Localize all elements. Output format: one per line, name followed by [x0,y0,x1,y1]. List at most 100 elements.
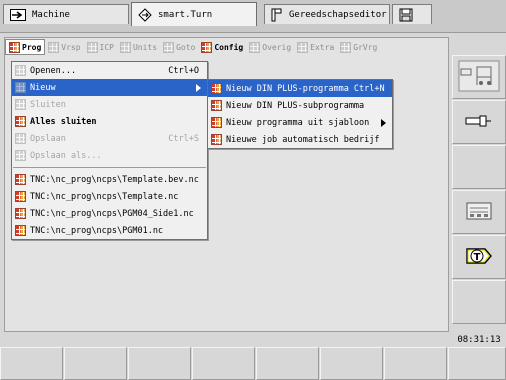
prog-icon [9,41,20,53]
softkey-h-5[interactable] [256,347,319,380]
grid-icon [15,65,26,76]
menu-label: Goto [176,42,196,52]
menu-config[interactable]: Config [198,39,246,55]
status-strip [4,333,449,346]
softkey-h-1[interactable] [0,347,63,380]
recent-file-label: TNC:\nc_prog\ncps\PGM01.nc [30,225,164,236]
menu-goto[interactable]: Goto [160,39,198,55]
tab-label: Machine [32,9,70,20]
menu-item-label: Nieuwe job automatisch bedrijf [226,134,380,145]
menu-item-new-from-template[interactable]: Nieuw programma uit sjabloon [208,114,392,131]
tab-save[interactable] [392,4,432,24]
softkey-h-8[interactable] [448,347,506,380]
menu-item-shortcut: Ctrl+O [168,65,199,76]
menu-extra[interactable]: Extra [294,39,337,55]
softkey-h-7[interactable] [384,347,447,380]
grid-icon [15,133,26,144]
menu-item-label: Opslaan [30,133,66,144]
menu-units[interactable]: Units [117,39,160,55]
softkey-h-3[interactable] [128,347,191,380]
menu-item-label: Nieuw programma uit sjabloon [226,117,370,128]
recent-file-item[interactable]: TNC:\nc_prog\ncps\PGM01.nc [12,222,207,239]
menu-label: GrVrg [353,42,378,52]
softkey-t-tool[interactable]: T [452,235,506,279]
nieuw-submenu: Nieuw DIN PLUS-programma Ctrl+N Nieuw DI… [207,79,393,149]
grid-icon [249,41,261,53]
menu-item-label: Sluiten [30,99,66,110]
new-subprogram-icon [211,100,222,111]
grid-icon [15,150,26,161]
recent-file-item[interactable]: TNC:\nc_prog\ncps\Template.bev.nc [12,171,207,188]
template-icon [211,117,222,128]
grid-icon [340,41,352,53]
tool-editor-icon [271,8,283,22]
menu-vrsp[interactable]: Vrsp [45,39,83,55]
menu-overig[interactable]: Overig [246,39,294,55]
menu-item-new-din-plus-subprogram[interactable]: Nieuw DIN PLUS-subprogramma [208,97,392,114]
menu-item-new-job[interactable]: Nieuwe job automatisch bedrijf [208,131,392,148]
softkey-h-2[interactable] [64,347,127,380]
grid-icon [15,82,26,93]
menu-label: Config [214,42,244,52]
svg-text:T: T [474,252,481,263]
nc-file-icon [15,208,26,219]
t-tool-icon: T [466,245,492,270]
close-all-icon [15,116,26,127]
softkey-h-6[interactable] [320,347,383,380]
menu-item-label: Nieuw DIN PLUS-subprogramma [226,100,365,111]
softkey-empty-3[interactable] [452,145,506,189]
diamond-arrows-icon [138,7,152,22]
tab-machine[interactable]: Machine [3,4,129,24]
machine-arrow-icon [10,8,26,21]
tool-holder-icon [464,113,494,132]
tab-gereedschapseditor[interactable]: Gereedschapseditor [264,4,390,24]
softkey-tool-list[interactable] [452,190,506,234]
tab-label: smart.Turn [158,9,213,20]
menu-item-sluiten[interactable]: Sluiten [12,96,207,113]
clock: 08:31:13 [457,335,501,345]
grid-icon [297,41,309,53]
menu-item-label: Nieuw [30,82,56,93]
menu-item-nieuw[interactable]: Nieuw [12,79,207,96]
menu-item-alles-sluiten[interactable]: Alles sluiten [12,113,207,130]
recent-file-label: TNC:\nc_prog\ncps\Template.nc [30,191,179,202]
menu-item-opslaan-als[interactable]: Opslaan als... [12,147,207,164]
app-tab-bar: Machine smart.Turn Gereedschapseditor [0,0,506,33]
grid-icon [48,41,60,53]
menu-label: Overig [262,42,292,52]
recent-file-label: TNC:\nc_prog\ncps\Template.bev.nc [30,174,199,185]
menu-label: Extra [310,42,335,52]
grid-icon [86,41,98,53]
menu-item-openen[interactable]: Openen... Ctrl+O [12,62,207,79]
grid-icon [15,99,26,110]
menu-item-label: Opslaan als... [30,150,102,161]
submenu-arrow-icon [381,119,386,127]
menu-bar: Prog Vrsp ICP Units Goto Config Overig E… [5,38,448,56]
menu-item-opslaan[interactable]: Opslaan Ctrl+S [12,130,207,147]
grid-icon [163,41,175,53]
menu-item-new-din-plus-program[interactable]: Nieuw DIN PLUS-programma Ctrl+N [208,80,392,97]
menu-item-label: Alles sluiten [30,116,97,127]
nc-file-icon [15,225,26,236]
tab-smart-turn[interactable]: smart.Turn [131,2,257,26]
machine-layout-icon [457,59,501,96]
menu-item-label: Nieuw DIN PLUS-programma Ctrl+N [226,83,385,94]
menu-prog[interactable]: Prog [5,39,46,55]
softkey-tool-holder[interactable] [452,100,506,144]
menu-grvrg[interactable]: GrVrg [337,39,380,55]
softkey-machine-layout[interactable] [452,55,506,99]
tool-list-icon [466,202,492,223]
config-icon [201,41,213,53]
tab-label: Gereedschapseditor [289,9,387,20]
menu-label: Vrsp [61,42,81,52]
recent-file-item[interactable]: TNC:\nc_prog\ncps\PGM04_Side1.nc [12,205,207,222]
menu-separator [13,167,206,168]
menu-icp[interactable]: ICP [84,39,117,55]
nc-file-icon [15,191,26,202]
softkey-h-4[interactable] [192,347,255,380]
save-disk-icon [399,8,413,22]
recent-file-label: TNC:\nc_prog\ncps\PGM04_Side1.nc [30,208,194,219]
recent-file-item[interactable]: TNC:\nc_prog\ncps\Template.nc [12,188,207,205]
softkey-empty-6[interactable] [452,280,506,324]
menu-label: Prog [22,42,42,52]
